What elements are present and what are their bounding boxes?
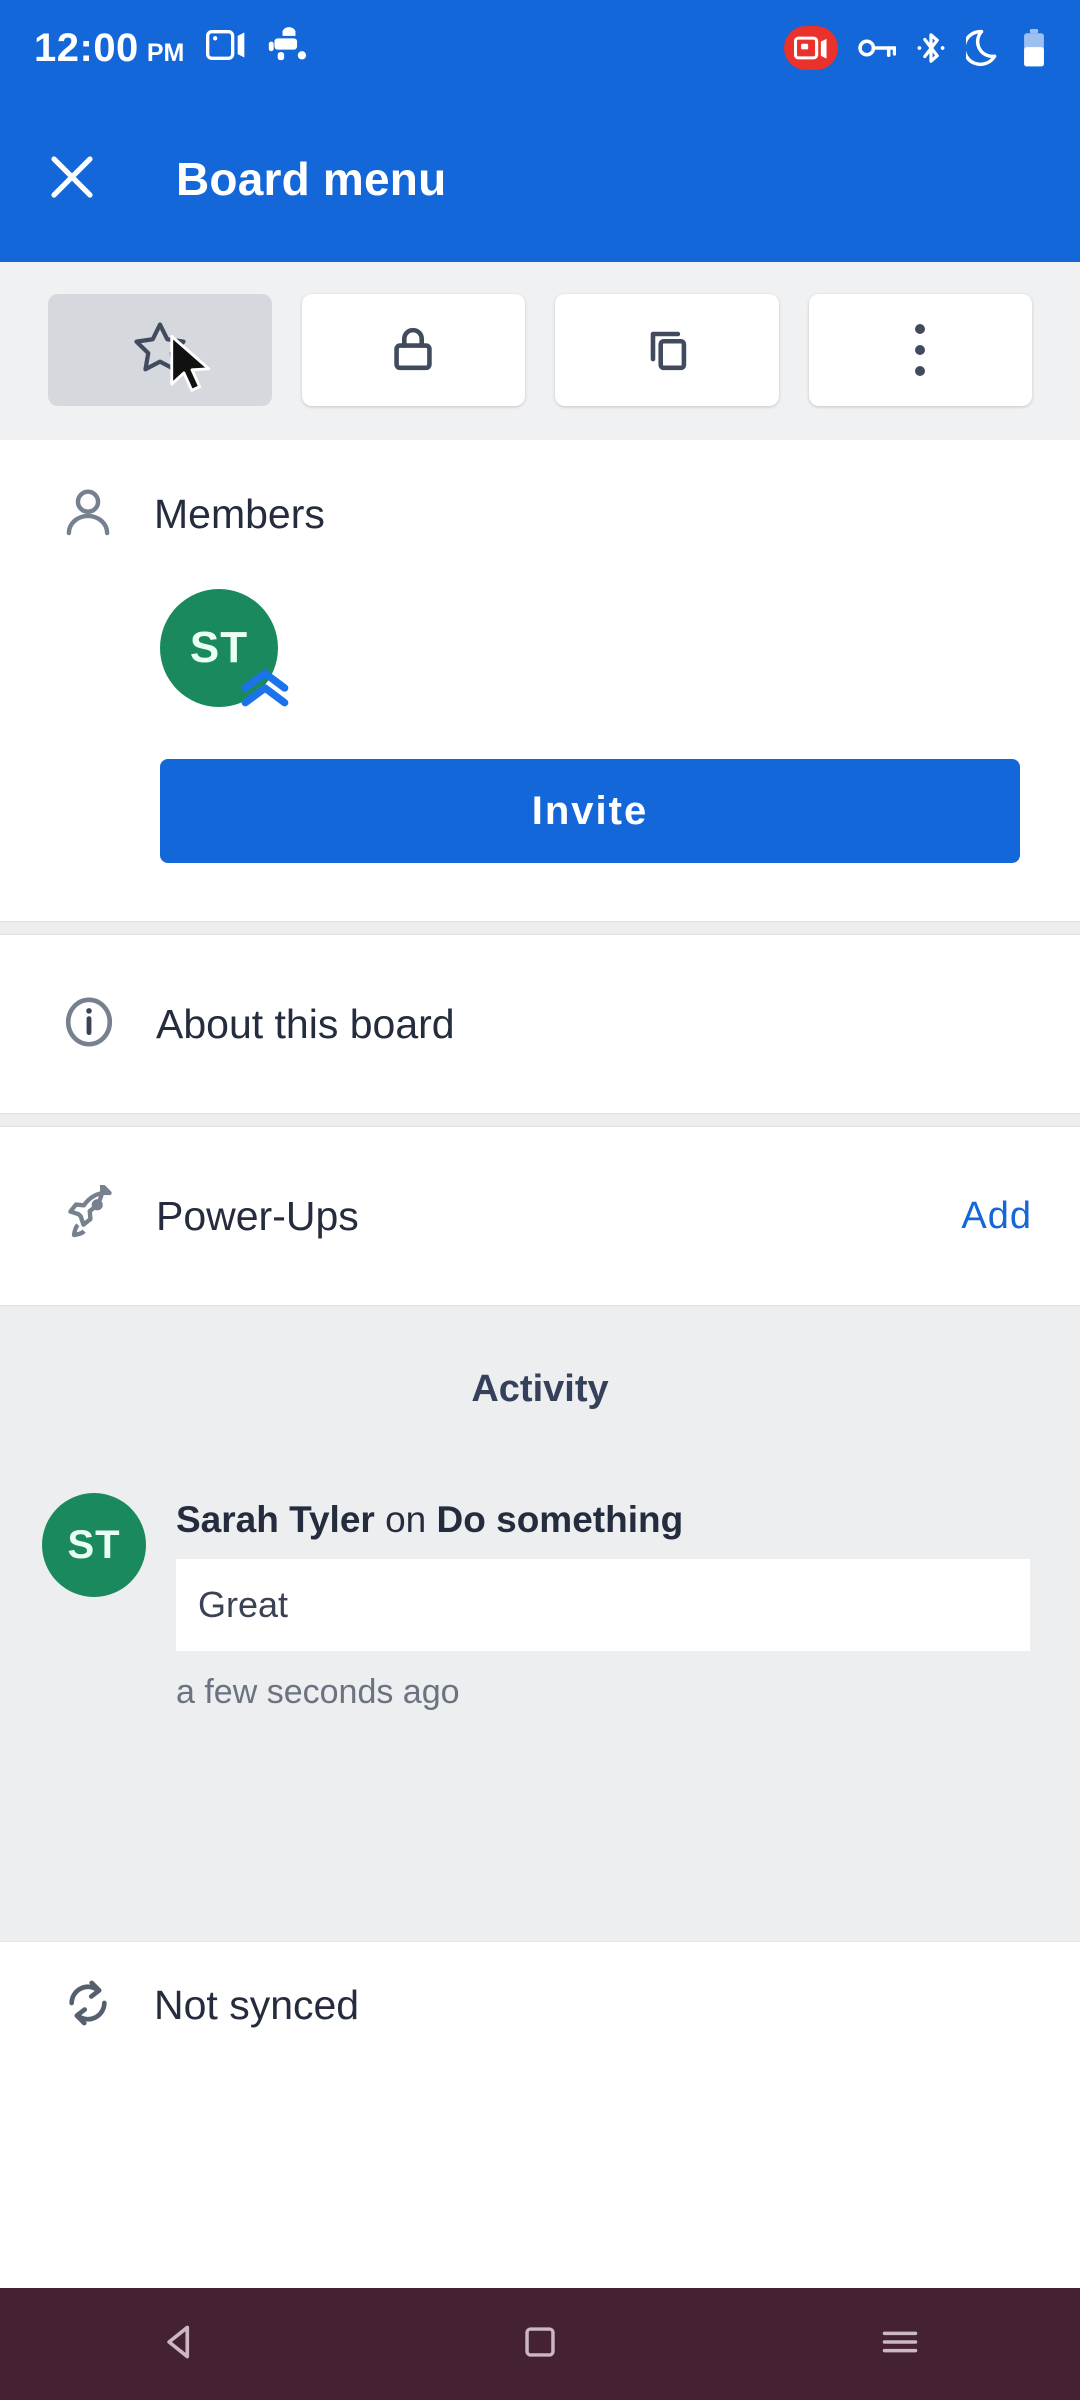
about-this-board-label: About this board — [156, 1000, 455, 1047]
back-triangle-icon — [160, 2322, 200, 2367]
status-clock-ampm: PM — [146, 38, 185, 67]
screen-record-icon — [784, 26, 838, 70]
status-clock: 12:00 — [34, 25, 139, 70]
members-label: Members — [154, 491, 325, 537]
more-options-button[interactable] — [808, 294, 1032, 406]
board-action-row — [0, 262, 1080, 440]
phone-screen: 12:00 PM Board menu Members ST Invite Ab… — [0, 0, 1080, 2400]
nav-recents-button[interactable] — [820, 2288, 980, 2400]
vpn-key-icon — [858, 36, 896, 60]
screen-cast-icon — [206, 29, 246, 61]
copy-icon — [638, 319, 696, 382]
copy-board-button[interactable] — [555, 294, 779, 406]
admin-chevrons-icon — [238, 661, 292, 715]
activity-target: Do something — [436, 1499, 684, 1540]
star-icon — [130, 318, 190, 383]
overflow-menu-icon — [915, 324, 926, 376]
page-title: Board menu — [176, 153, 447, 205]
power-ups-label: Power-Ups — [156, 1192, 359, 1239]
close-icon — [45, 150, 99, 209]
section-divider-2 — [0, 1113, 1080, 1127]
status-bar-right — [784, 26, 1046, 70]
activity-author: Sarah Tyler — [176, 1499, 375, 1540]
nav-home-button[interactable] — [460, 2288, 620, 2400]
activity-avatar: ST — [42, 1493, 146, 1597]
member-avatar[interactable]: ST — [160, 589, 289, 707]
bluetooth-icon — [916, 31, 946, 65]
activity-connector: on — [374, 1499, 437, 1540]
status-bar-left: 12:00 PM — [34, 26, 784, 71]
about-this-board-row[interactable]: About this board — [0, 935, 1080, 1113]
members-header: Members — [0, 440, 1080, 545]
android-figure-icon — [268, 26, 310, 61]
power-ups-add-button[interactable]: Add — [961, 1195, 1032, 1238]
system-navigation-bar — [0, 2288, 1080, 2400]
sync-icon — [60, 1975, 116, 2036]
activity-body: Sarah Tyler on Do something Great a few … — [176, 1493, 1030, 1712]
info-icon — [60, 993, 118, 1056]
members-section: Members ST Invite — [0, 440, 1080, 921]
activity-title: Activity — [471, 1368, 609, 1410]
home-square-icon — [521, 2323, 559, 2366]
rocket-icon — [60, 1182, 118, 1248]
activity-section: Activity ST Sarah Tyler on Do something … — [0, 1305, 1080, 1941]
activity-timestamp: a few seconds ago — [176, 1673, 460, 1711]
lock-board-button[interactable] — [301, 294, 525, 406]
sync-status-row[interactable]: Not synced — [0, 1941, 1080, 2069]
activity-item[interactable]: ST Sarah Tyler on Do something Great a f… — [0, 1411, 1080, 1712]
activity-comment: Great — [176, 1559, 1030, 1651]
sync-status-label: Not synced — [154, 1982, 360, 2028]
person-icon — [60, 484, 116, 545]
section-divider — [0, 921, 1080, 935]
activity-headline: Sarah Tyler on Do something — [176, 1499, 1030, 1541]
status-bar: 12:00 PM — [0, 0, 1080, 96]
star-board-button[interactable] — [48, 294, 272, 406]
recents-lines-icon — [879, 2323, 921, 2366]
members-bottom-padding — [0, 863, 1080, 921]
power-ups-row[interactable]: Power-Ups Add — [0, 1127, 1080, 1305]
lock-icon — [384, 319, 442, 382]
app-bar: Board menu — [0, 96, 1080, 262]
nav-back-button[interactable] — [100, 2288, 260, 2400]
invite-button[interactable]: Invite — [160, 759, 1020, 863]
close-button[interactable] — [36, 143, 108, 215]
battery-icon — [1022, 29, 1046, 67]
do-not-disturb-moon-icon — [966, 29, 1002, 67]
